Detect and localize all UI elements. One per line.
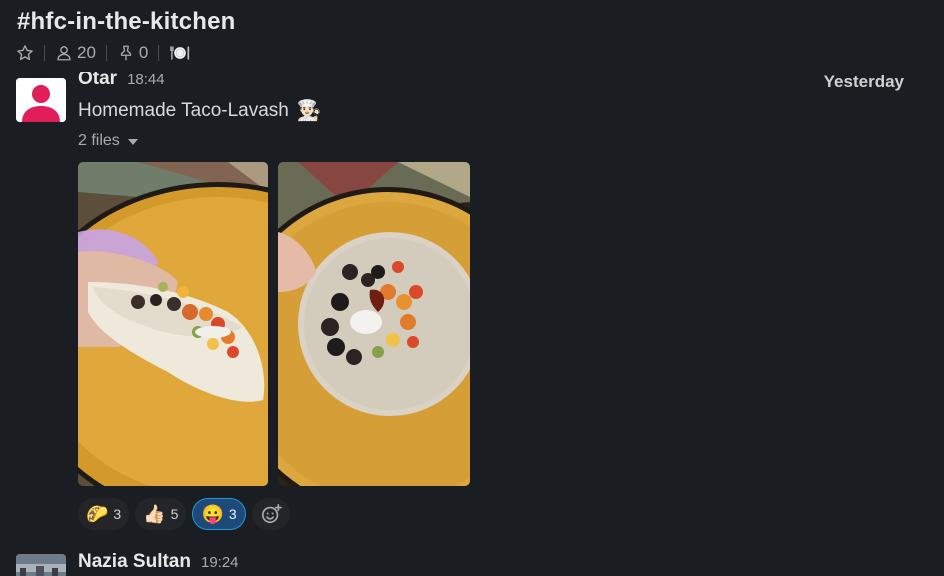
add-emoji-icon: [261, 504, 282, 524]
files-toggle[interactable]: 2 files: [78, 132, 138, 150]
message-body: Homemade Taco-Lavash 👨🏻‍🍳: [78, 98, 322, 123]
message-timestamp[interactable]: 19:24: [201, 554, 239, 571]
taco-emoji: 🌮: [86, 504, 109, 524]
divider: [105, 45, 107, 61]
star-icon: [17, 45, 33, 61]
files-label: 2 files: [78, 132, 120, 149]
tongue-out-emoji: 😛: [201, 504, 224, 524]
pinned-button[interactable]: 0: [117, 43, 148, 63]
taco-photo-image: [78, 162, 268, 486]
avatar[interactable]: [16, 78, 66, 122]
pins-count: 0: [138, 43, 149, 62]
reaction-count: 3: [228, 506, 237, 522]
members-count: 20: [77, 43, 96, 62]
channel-header: #hfc-in-the-kitchen 20 0: [0, 0, 944, 72]
reactions-bar: 🌮 3 👍🏻 5 😛 3: [78, 498, 290, 530]
reaction-count: 3: [113, 506, 122, 522]
open-taco-photo-image: [278, 162, 470, 486]
slack-channel-view: #hfc-in-the-kitchen 20 0 Otar 18:44 Yest…: [0, 0, 944, 576]
caret-down-icon: [127, 139, 138, 145]
author-name[interactable]: Nazia Sultan: [78, 551, 191, 573]
add-reaction-button[interactable]: [251, 498, 290, 530]
reaction-taco[interactable]: 🌮 3: [78, 498, 130, 530]
plate-cutlery-icon: [170, 46, 190, 60]
reaction-count: 5: [170, 506, 179, 522]
message-header: Nazia Sultan 19:24: [78, 551, 239, 573]
divider: [158, 45, 160, 61]
reaction-thumbs-up[interactable]: 👍🏻 5: [135, 498, 187, 530]
thumbs-up-emoji: 👍🏻: [143, 504, 166, 524]
avatar[interactable]: [16, 554, 66, 576]
next-message-item: Nazia Sultan 19:24: [0, 546, 944, 576]
message-text: Homemade Taco-Lavash: [78, 99, 289, 121]
avatar-photo-image: [16, 554, 66, 576]
channel-title[interactable]: #hfc-in-the-kitchen: [17, 8, 235, 36]
person-icon: [57, 46, 71, 61]
channel-meta-row: 20 0: [16, 42, 191, 64]
chef-emoji: 👨🏻‍🍳: [296, 100, 322, 122]
image-attachment-2[interactable]: [278, 162, 470, 486]
members-button[interactable]: 20: [55, 43, 96, 63]
default-avatar-icon: [16, 78, 66, 122]
day-divider-label[interactable]: Yesterday: [824, 72, 904, 92]
star-channel-button[interactable]: [16, 44, 34, 62]
reaction-tongue-out[interactable]: 😛 3: [192, 498, 246, 530]
message-timestamp[interactable]: 18:44: [127, 72, 165, 88]
bookmark-button[interactable]: [169, 43, 191, 63]
pin-icon: [120, 45, 132, 61]
divider: [44, 45, 45, 61]
image-attachment-1[interactable]: [78, 162, 268, 486]
